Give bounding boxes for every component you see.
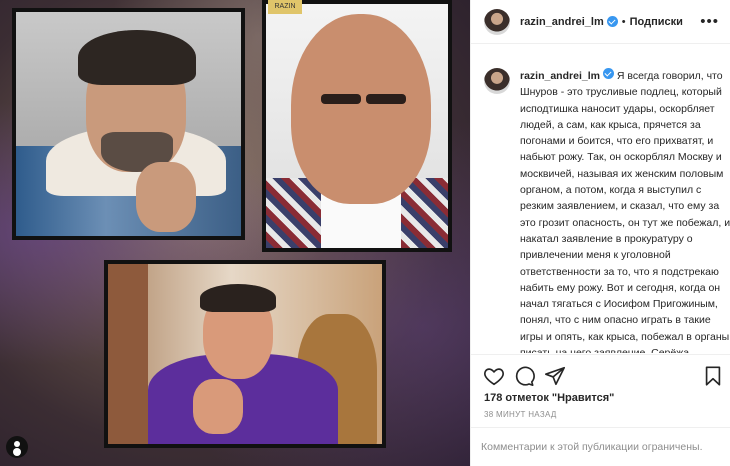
caption: razin_andrei_lm Я всегда говорил, что Шн… bbox=[520, 56, 730, 353]
comments-restricted-notice: Комментарии к этой публикации ограничены… bbox=[471, 427, 730, 466]
header-username[interactable]: razin_andrei_lm bbox=[520, 16, 604, 28]
action-bar bbox=[471, 354, 730, 394]
following-button[interactable]: Подписки bbox=[630, 16, 683, 28]
heart-icon[interactable] bbox=[483, 365, 505, 387]
avatar[interactable] bbox=[484, 8, 510, 35]
post-panel: razin_andrei_lm • Подписки ••• razin_and… bbox=[470, 0, 730, 466]
separator-dot: • bbox=[621, 15, 626, 28]
watermark-logo: RAZIN bbox=[268, 0, 302, 14]
more-options-icon[interactable]: ••• bbox=[700, 13, 719, 30]
comment-icon[interactable] bbox=[513, 365, 535, 387]
post-header: razin_andrei_lm • Подписки ••• bbox=[471, 0, 730, 44]
post-image[interactable]: RAZIN bbox=[0, 0, 470, 466]
share-icon[interactable] bbox=[544, 365, 566, 387]
bookmark-icon[interactable] bbox=[702, 365, 724, 387]
photo-man-in-purple-shirt bbox=[104, 260, 386, 448]
post-timestamp[interactable]: 38 МИНУТ НАЗАД bbox=[484, 410, 557, 419]
caption-username[interactable]: razin_andrei_lm bbox=[520, 70, 600, 82]
photo-man-in-denim-jacket bbox=[12, 8, 245, 240]
verified-badge-icon bbox=[602, 68, 614, 79]
likes-count[interactable]: 178 отметок "Нравится" bbox=[484, 392, 614, 404]
photo-bald-man bbox=[262, 0, 452, 252]
verified-badge-icon bbox=[606, 16, 618, 27]
caption-text: Я всегда говорил, что Шнуров - это трусл… bbox=[520, 70, 730, 353]
caption-section: razin_andrei_lm Я всегда говорил, что Шн… bbox=[471, 56, 730, 353]
user-tag-icon[interactable] bbox=[6, 436, 28, 458]
caption-avatar[interactable] bbox=[484, 68, 510, 94]
